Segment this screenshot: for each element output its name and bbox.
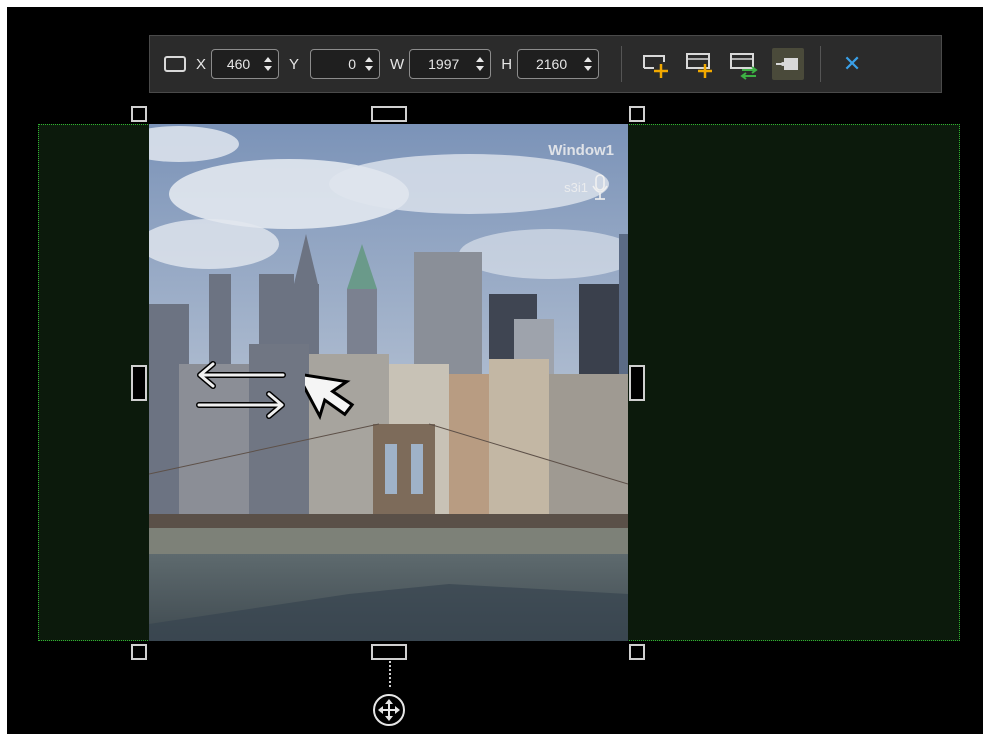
resize-handle-top-left[interactable] bbox=[131, 106, 147, 122]
add-window-region-button[interactable] bbox=[684, 48, 716, 80]
h-field: H 2160 bbox=[501, 49, 600, 79]
align-center-icon bbox=[776, 58, 799, 70]
mouse-cursor-icon bbox=[305, 371, 355, 421]
h-label: H bbox=[501, 55, 513, 73]
close-icon[interactable]: ✕ bbox=[837, 51, 867, 77]
y-stepper-icon[interactable] bbox=[365, 55, 374, 73]
resize-handle-bottom-right[interactable] bbox=[629, 644, 645, 660]
w-stepper-icon[interactable] bbox=[476, 55, 485, 73]
y-spinbox[interactable]: 0 bbox=[310, 49, 381, 79]
microphone-icon bbox=[592, 174, 608, 200]
swap-region-button[interactable] bbox=[728, 48, 760, 80]
toolbar-separator bbox=[621, 46, 623, 82]
y-label: Y bbox=[289, 55, 300, 73]
x-spinbox[interactable]: 460 bbox=[211, 49, 280, 79]
y-field: Y 0 bbox=[289, 49, 381, 79]
w-spinbox[interactable]: 1997 bbox=[409, 49, 492, 79]
h-spinbox[interactable]: 2160 bbox=[517, 49, 600, 79]
h-stepper-icon[interactable] bbox=[584, 55, 593, 73]
w-label: W bbox=[390, 55, 405, 73]
resize-handle-bottom[interactable] bbox=[371, 644, 407, 660]
w-field: W 1997 bbox=[390, 49, 492, 79]
window-subtitle-overlay: s3i1 bbox=[564, 180, 588, 195]
w-value[interactable]: 1997 bbox=[416, 56, 471, 72]
align-center-button[interactable] bbox=[772, 48, 805, 80]
region-shape-icon bbox=[164, 56, 186, 72]
swap-region-icon bbox=[730, 53, 758, 80]
x-label: X bbox=[196, 55, 207, 73]
window-title-overlay: Window1 bbox=[548, 142, 614, 159]
resize-handle-top[interactable] bbox=[371, 106, 407, 122]
x-value[interactable]: 460 bbox=[218, 56, 259, 72]
add-region-button[interactable] bbox=[640, 48, 672, 80]
horizontal-resize-arrows-icon bbox=[196, 361, 286, 419]
resize-handle-top-right[interactable] bbox=[629, 106, 645, 122]
region-toolbar: X 460 Y 0 W 1997 H 2160 ✕ bbox=[149, 35, 942, 93]
add-region-icon bbox=[643, 55, 669, 78]
toolbar-separator-2 bbox=[820, 46, 822, 82]
move-connector-line bbox=[389, 661, 391, 687]
x-stepper-icon[interactable] bbox=[264, 55, 273, 73]
y-value[interactable]: 0 bbox=[317, 56, 360, 72]
add-window-region-icon bbox=[686, 53, 713, 78]
resize-handle-left[interactable] bbox=[131, 365, 147, 401]
x-field: X 460 bbox=[196, 49, 280, 79]
move-icon[interactable] bbox=[372, 693, 406, 727]
resize-handle-right[interactable] bbox=[629, 365, 645, 401]
resize-handle-bottom-left[interactable] bbox=[131, 644, 147, 660]
h-value[interactable]: 2160 bbox=[524, 56, 579, 72]
